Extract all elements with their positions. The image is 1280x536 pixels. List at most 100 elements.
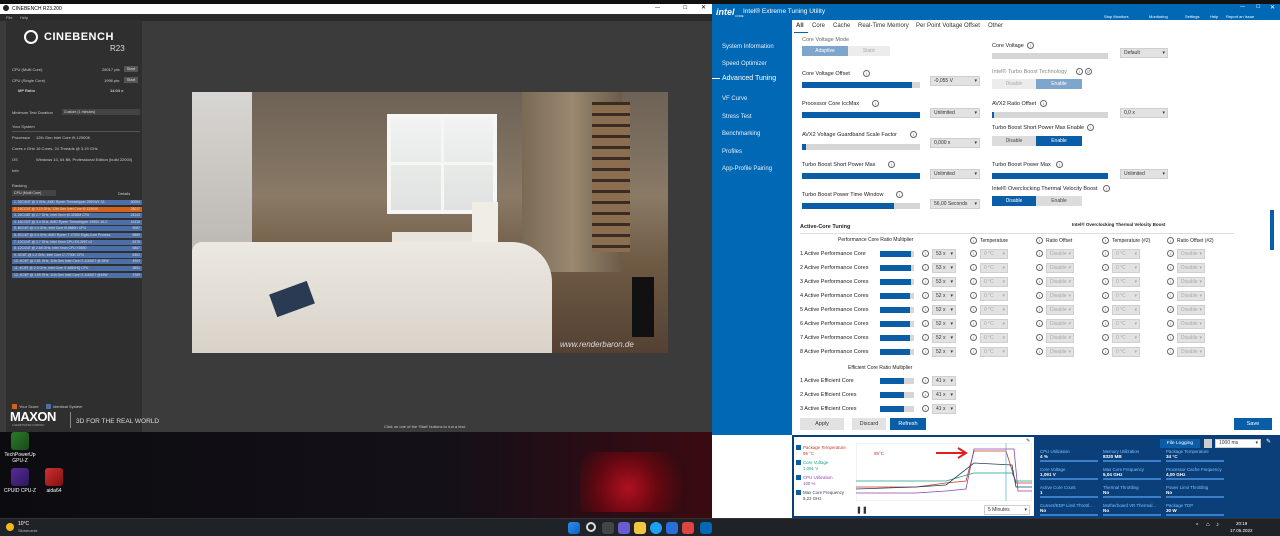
info-icon[interactable]: i xyxy=(1167,348,1174,355)
info-icon[interactable]: i xyxy=(1036,348,1043,355)
turbo-boost-tech-disable[interactable]: Disable xyxy=(992,79,1036,89)
core-voltage-mode-adaptive[interactable]: Adaptive xyxy=(802,46,848,56)
minimize-button[interactable]: — xyxy=(1240,4,1245,10)
info-icon[interactable]: i xyxy=(1167,237,1174,244)
perf-core-slider[interactable] xyxy=(880,279,914,285)
eff-core-slider[interactable] xyxy=(880,378,914,384)
ranking-row[interactable]: 3. 24C/48T @ 2.7 GHz, Intel Xeon W-3265M… xyxy=(12,213,142,219)
eff-core-slider[interactable] xyxy=(880,392,914,398)
turbo-time-window-slider[interactable] xyxy=(802,203,920,209)
monitor-check-item[interactable]: Max Core Frequency 5,22 GHz xyxy=(796,490,854,504)
ratio-offset-select[interactable]: Disable xyxy=(1046,291,1074,301)
info-icon[interactable]: i xyxy=(910,131,917,138)
chat-icon[interactable] xyxy=(618,522,630,534)
core-voltage-offset-slider[interactable] xyxy=(802,82,920,88)
pin-icon[interactable]: ✎ xyxy=(1266,438,1271,445)
turbo-time-window-value[interactable]: 56,00 Seconds xyxy=(930,199,980,209)
info-icon[interactable]: i xyxy=(1102,320,1109,327)
settings[interactable]: Settings xyxy=(1185,14,1199,19)
checkbox[interactable] xyxy=(796,460,801,465)
scrollbar-thumb[interactable] xyxy=(1270,210,1274,250)
tab-per-point-voltage-offset[interactable]: Per Point Voltage Offset xyxy=(916,23,980,29)
minus-icon[interactable] xyxy=(1204,439,1212,448)
info-icon[interactable]: i xyxy=(922,377,929,384)
temperature-select[interactable]: 0 °C xyxy=(1112,333,1140,343)
nav-vf-curve[interactable]: VF Curve xyxy=(722,96,747,102)
turbo-short-enable-enable[interactable]: Enable xyxy=(1036,136,1082,146)
info-icon[interactable]: i xyxy=(1036,250,1043,257)
file-logging-button[interactable]: File Logging xyxy=(1160,439,1200,448)
turbo-boost-tech-enable[interactable]: Enable xyxy=(1036,79,1082,89)
clock-date[interactable]: 17.05.2022 xyxy=(1230,528,1253,533)
info-icon[interactable]: i xyxy=(922,264,929,271)
info-icon[interactable]: i xyxy=(970,348,977,355)
avx2-guardband-slider[interactable] xyxy=(802,144,920,150)
avx2-ratio-offset-value[interactable]: 0,0 x xyxy=(1120,108,1168,118)
ratio-offset-select[interactable]: Disable xyxy=(1177,347,1205,357)
search-icon[interactable] xyxy=(586,522,596,532)
stop-monitors[interactable]: Stop Monitors xyxy=(1104,14,1129,19)
monitoring[interactable]: Monitoring xyxy=(1149,14,1168,19)
info-icon[interactable]: i xyxy=(1036,237,1043,244)
nav-advanced-tuning[interactable]: Advanced Tuning xyxy=(722,75,776,82)
info-icon[interactable]: i xyxy=(922,250,929,257)
ratio-offset-select[interactable]: Disable xyxy=(1046,249,1074,259)
pause-icon[interactable]: ❚❚ xyxy=(856,506,868,514)
weather-icon[interactable] xyxy=(6,523,14,531)
info-icon[interactable]: i xyxy=(872,100,879,107)
perf-core-slider[interactable] xyxy=(880,293,914,299)
duration-select[interactable]: 5 Minutes xyxy=(984,505,1030,515)
info-icon[interactable]: i xyxy=(922,278,929,285)
temperature-select[interactable]: 0 °C xyxy=(1112,249,1140,259)
ratio-offset-select[interactable]: Disable xyxy=(1177,333,1205,343)
info-icon[interactable]: i xyxy=(922,391,929,398)
temperature-select[interactable]: 0 °C xyxy=(980,291,1008,301)
ranking-row[interactable]: 11. 4C/8T @ 2.3 GHz, Intel Core i7-4850H… xyxy=(12,266,142,271)
ratio-offset-select[interactable]: Disable xyxy=(1177,319,1205,329)
close-button[interactable]: ✕ xyxy=(1270,4,1275,11)
turbo-short-power-slider[interactable] xyxy=(802,173,920,179)
perf-core-ratio-select[interactable]: 53 x xyxy=(932,263,956,273)
temperature-select[interactable]: 0 °C xyxy=(1112,291,1140,301)
ratio-offset-select[interactable]: Disable xyxy=(1177,291,1205,301)
info-icon[interactable]: i xyxy=(1036,306,1043,313)
temperature-select[interactable]: 0 °C xyxy=(1112,277,1140,287)
info-icon[interactable]: i xyxy=(922,292,929,299)
temperature-select[interactable]: 0 °C xyxy=(1112,263,1140,273)
temperature-select[interactable]: 0 °C xyxy=(1112,347,1140,357)
info-icon[interactable]: i xyxy=(970,237,977,244)
ratio-offset-select[interactable]: Disable xyxy=(1046,333,1074,343)
info-icon[interactable]: i xyxy=(970,292,977,299)
temperature-select[interactable]: 0 °C xyxy=(1112,319,1140,329)
tab-real-time-memory[interactable]: Real-Time Memory xyxy=(858,23,909,29)
temperature-select[interactable]: 0 °C xyxy=(980,347,1008,357)
eff-core-ratio-select[interactable]: 41 x xyxy=(932,376,956,386)
help[interactable]: Help xyxy=(1210,14,1218,19)
ratio-offset-select[interactable]: Disable xyxy=(1177,305,1205,315)
info-icon[interactable]: i xyxy=(1167,320,1174,327)
ratio-offset-select[interactable]: Disable xyxy=(1046,347,1074,357)
core-voltage-slider[interactable] xyxy=(992,53,1108,59)
temperature-select[interactable]: 0 °C xyxy=(980,319,1008,329)
ranking-row[interactable]: 6. 8C/16T @ 3.4 GHz, AMD Ryzen 7 1700X E… xyxy=(12,233,142,238)
info-icon[interactable]: i xyxy=(922,348,929,355)
report-issue[interactable]: Report an Issue xyxy=(1226,14,1254,19)
info-icon[interactable]: i xyxy=(1036,334,1043,341)
reset-icon[interactable]: ↺ xyxy=(1085,68,1092,75)
info-icon[interactable]: i xyxy=(970,264,977,271)
avx2-ratio-offset-slider[interactable] xyxy=(992,112,1108,118)
monitor-check-item[interactable]: Package Temperature 95 °C xyxy=(796,445,854,459)
clock-time[interactable]: 20:19 xyxy=(1236,521,1247,526)
apply-button[interactable]: Apply xyxy=(800,418,844,430)
ratio-offset-select[interactable]: Disable xyxy=(1046,277,1074,287)
nav-app-profile-pairing[interactable]: App-Profile Pairing xyxy=(722,166,772,172)
ranking-row[interactable]: 9. 4C/8T @ 4.2 GHz, Intel Core i7-7700K … xyxy=(12,252,142,258)
tab-other[interactable]: Other xyxy=(988,23,1003,29)
ratio-offset-select[interactable]: Disable xyxy=(1046,263,1074,273)
checkbox[interactable] xyxy=(796,445,801,450)
info-icon[interactable]: i xyxy=(1102,292,1109,299)
start-multi-button[interactable]: Start xyxy=(124,66,138,72)
perf-core-ratio-select[interactable]: 52 x xyxy=(932,319,956,329)
info-icon[interactable]: i xyxy=(1167,292,1174,299)
info-icon[interactable]: i xyxy=(1076,68,1083,75)
